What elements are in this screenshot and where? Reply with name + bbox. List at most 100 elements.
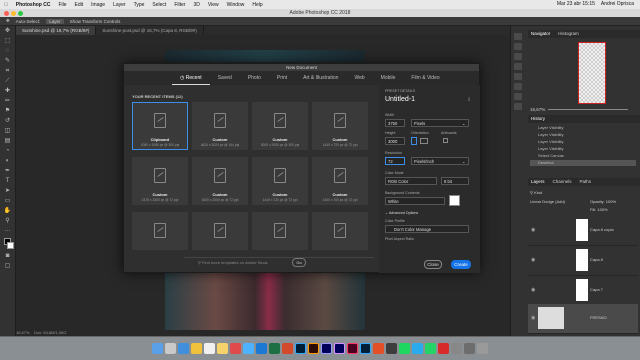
panel-icon-5[interactable] [514,73,522,80]
resolution-unit-select[interactable]: Pixels/Inch ⌄ [411,157,469,165]
tab-saved[interactable]: Saved [210,71,240,85]
history-item[interactable]: Layer Visibility [530,132,636,138]
panel-icon-6[interactable] [514,83,522,90]
doc-tab-1[interactable]: Sunshine.psd @ 16,7% (RGB/8#) [16,26,97,35]
type-tool-icon[interactable]: T [3,177,13,186]
eye-icon[interactable]: ◉ [531,315,535,321]
illustrator-icon[interactable] [308,343,319,354]
tab-histogram[interactable]: Histogram [558,30,579,38]
tab-film-video[interactable]: Film & Video [403,71,447,85]
background-color-swatch[interactable] [449,195,460,206]
finder-icon[interactable] [152,343,163,354]
preset-card[interactable]: Custom 3000 x 2000 px @ 300 ppi [252,102,308,150]
filezilla-icon[interactable] [438,343,449,354]
panel-icon-7[interactable] [514,93,522,100]
create-button[interactable]: Create [451,260,471,269]
canvas-image[interactable] [165,272,365,330]
width-input[interactable]: 3750 [385,119,405,127]
document-name-field[interactable]: Untitled-1 [385,96,415,103]
background-select[interactable]: White [385,197,445,205]
layer-name[interactable]: Capa 8 [590,257,603,262]
spotify-icon[interactable] [399,343,410,354]
tab-art-illustration[interactable]: Art & Illustration [295,71,346,85]
color-profile-select[interactable]: Don't Color Manage [385,225,469,233]
tab-photo[interactable]: Photo [240,71,269,85]
path-select-icon[interactable]: ➤ [3,187,13,196]
eyedropper-icon[interactable]: ⟋ [3,77,13,86]
tab-mobile[interactable]: Mobile [373,71,404,85]
menu-edit[interactable]: Edit [75,2,84,8]
preset-card[interactable] [312,212,368,250]
move-tool-icon[interactable]: ✥ [6,18,10,24]
color-swatches-icon[interactable] [3,237,14,251]
lightroom-icon[interactable] [360,343,371,354]
history-item[interactable]: Layer Visibility [530,139,636,145]
appstore-icon[interactable] [243,343,254,354]
tab-print[interactable]: Print [269,71,295,85]
save-preset-icon[interactable]: ⇩ [467,97,471,103]
preset-card[interactable]: Custom 1400 x 700 px @ 72 ppi [312,157,368,205]
menu-layer[interactable]: Layer [113,2,126,8]
panel-icon-8[interactable] [514,103,522,110]
healing-brush-icon[interactable]: ✚ [3,87,13,96]
panel-icon-3[interactable] [514,53,522,60]
eye-icon[interactable]: ◉ [531,287,535,293]
layer-select[interactable]: Layer [46,18,64,24]
lasso-tool-icon[interactable]: ◌ [3,47,13,56]
preset-card[interactable] [192,212,248,250]
preset-card[interactable]: Custom 1440 x 720 px @ 72 ppi [252,157,308,205]
opacity-field[interactable]: Opacity: 100% [590,199,616,204]
color-mode-select[interactable]: RGB Color [385,177,437,185]
preset-card[interactable] [132,212,188,250]
width-unit-select[interactable]: Pixels ⌄ [411,119,469,127]
artboards-checkbox[interactable] [443,138,448,143]
history-item[interactable]: Layer Visibility [530,125,636,131]
menu-file[interactable]: File [58,2,66,8]
preset-card[interactable]: Custom 3000 x 2000 px @ 72 ppi [192,157,248,205]
menu-type[interactable]: Type [134,2,145,8]
tab-recent[interactable]: ◷ Recent [172,71,210,85]
portrait-orientation-icon[interactable] [411,137,417,145]
menu-select[interactable]: Select [152,2,166,8]
blur-tool-icon[interactable]: ◔ [3,147,13,156]
layer-row[interactable]: ◉ Capa 8 [528,246,638,276]
more-tools-icon[interactable]: ··· [3,227,13,236]
preferences-icon[interactable] [451,343,462,354]
telegram-icon[interactable] [412,343,423,354]
preset-card[interactable]: Custom 2475 x 3300 px @ 72 ppi [132,157,188,205]
user-name[interactable]: Andrei Oprisca [601,1,634,7]
resolution-input[interactable]: 72 [385,157,405,165]
dodge-tool-icon[interactable]: ◐ [3,157,13,166]
premiere-icon[interactable] [321,343,332,354]
eraser-icon[interactable]: ◫ [3,127,13,136]
notes-icon[interactable] [217,343,228,354]
aftereffects-icon[interactable] [334,343,345,354]
panel-icon-2[interactable] [514,43,522,50]
preset-card[interactable]: Custom 1440 x 720 px @ 72 ppi [312,102,368,150]
history-item[interactable]: Layer Visibility [530,146,636,152]
menu-window[interactable]: Window [227,2,245,8]
powerpoint-icon[interactable] [282,343,293,354]
crop-tool-icon[interactable]: ⌗ [3,67,13,76]
navigator-thumbnail[interactable] [578,42,606,104]
preset-card[interactable]: Clipboard 1080 x 1080 px @ 300 ppi [132,102,188,150]
acrobat-icon[interactable] [373,343,384,354]
rectangle-tool-icon[interactable]: ▭ [3,197,13,206]
quick-select-icon[interactable]: ✎ [3,57,13,66]
marquee-tool-icon[interactable]: ⬚ [3,37,13,46]
minimize-window-icon[interactable] [11,10,16,16]
brush-tool-icon[interactable]: ✏ [3,97,13,106]
eye-icon[interactable]: ◉ [531,257,535,263]
tab-history[interactable]: History [531,115,545,123]
eye-icon[interactable]: ◉ [531,227,535,233]
clone-stamp-icon[interactable]: ⚑ [3,107,13,116]
menu-help[interactable]: Help [252,2,262,8]
advanced-options-toggle[interactable]: ⌄ Advanced Options [385,211,418,215]
downloads-icon[interactable] [464,343,475,354]
layer-name[interactable]: Capa 7 [590,287,603,292]
doc-tab-2[interactable]: Sunshine-post.psd @ 16,7% (Capa 8, RGB/8… [96,26,204,35]
safari-icon[interactable] [178,343,189,354]
move-tool-icon[interactable]: ✥ [3,27,13,36]
menu-app[interactable]: Photoshop CC [16,2,51,8]
gradient-icon[interactable]: ▤ [3,137,13,146]
